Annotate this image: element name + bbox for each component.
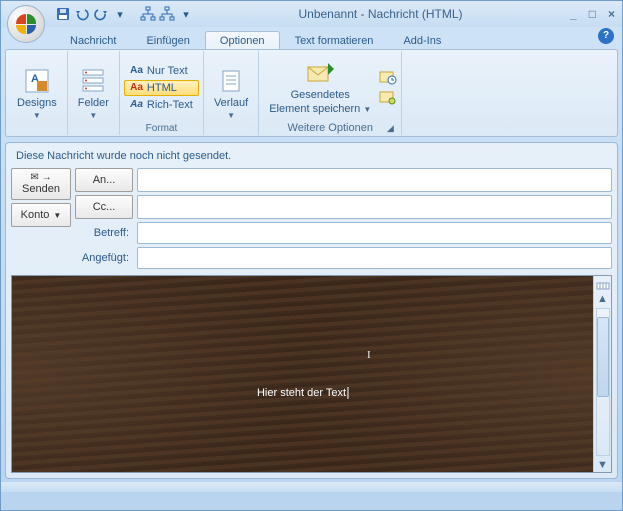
cc-input[interactable] [137, 195, 612, 219]
felder-label: Felder [78, 97, 109, 109]
konto-dropdown-icon: ▼ [53, 211, 61, 220]
group-weitere: Gesendetes Element speichern ▼ Weitere O… [259, 51, 402, 135]
tab-nachricht[interactable]: Nachricht [55, 31, 131, 49]
designs-label: Designs [17, 97, 57, 109]
scroll-up-button[interactable]: ▲ [596, 292, 610, 306]
close-button[interactable]: × [605, 7, 618, 21]
designs-dropdown-icon: ▼ [33, 111, 41, 120]
text-cursor-icon: I [367, 349, 371, 361]
info-bar: Diese Nachricht wurde noch nicht gesende… [11, 147, 612, 168]
felder-dropdown-icon: ▼ [89, 111, 97, 120]
scrollbar-track[interactable] [596, 308, 610, 456]
gesendetes-label: Gesendetes [291, 89, 350, 101]
envelope-icon: ✉ → [30, 173, 51, 183]
restore-button[interactable]: □ [586, 7, 599, 21]
delay-delivery-icon[interactable] [379, 69, 397, 85]
compose-pane: Diese Nachricht wurde noch nicht gesende… [5, 142, 618, 479]
help-icon[interactable]: ? [598, 28, 614, 44]
ruler-toggle-icon[interactable] [596, 278, 610, 292]
felder-button[interactable]: Felder ▼ [72, 64, 115, 123]
betreff-input[interactable] [137, 222, 612, 244]
verlauf-button[interactable]: Verlauf ▼ [208, 64, 254, 123]
angefuegt-label: Angefügt: [75, 247, 133, 269]
weitere-group-label: Weitere Optionen◢ [263, 121, 397, 135]
tab-textformatieren[interactable]: Text formatieren [280, 31, 389, 49]
dialog-launcher-icon[interactable]: ◢ [384, 123, 396, 135]
group-felder: Felder ▼ [68, 51, 120, 135]
betreff-label: Betreff: [75, 222, 133, 244]
title-bar: ▾ ▾ Unbenannt - Nachricht (HTML) _ □ × [1, 1, 622, 27]
ribbon-tabs: Nachricht Einfügen Optionen Text formati… [1, 27, 622, 49]
quick-access-toolbar: ▾ ▾ [55, 6, 194, 22]
direct-replies-icon[interactable] [379, 89, 397, 105]
body-text: Hier steht der Text [257, 387, 346, 399]
qat-more-icon[interactable]: ▾ [112, 6, 128, 22]
format-group-label: Format [124, 122, 199, 135]
send-button[interactable]: ✉ → Senden [11, 168, 71, 200]
scroll-down-button[interactable]: ▼ [596, 458, 610, 472]
gesendetes-speichern-button[interactable]: Gesendetes Element speichern ▼ [263, 56, 377, 118]
status-bar [1, 482, 622, 492]
undo-icon[interactable] [74, 6, 90, 22]
tab-einfuegen[interactable]: Einfügen [131, 31, 204, 49]
group-format: AaNur Text AaHTML AaRich-Text Format [120, 51, 204, 135]
gesendetes-dropdown-icon: ▼ [363, 105, 371, 114]
minimize-button[interactable]: _ [567, 7, 580, 21]
group-verlauf: Verlauf ▼ [204, 51, 259, 135]
editor-side-panel: ▲ ▼ [593, 276, 611, 472]
qat-customise-icon[interactable]: ▾ [178, 6, 194, 22]
redo-icon[interactable] [93, 6, 109, 22]
format-richtext-button[interactable]: AaRich-Text [124, 97, 199, 113]
save-icon[interactable] [55, 6, 71, 22]
format-nurtext-button[interactable]: AaNur Text [124, 63, 199, 79]
window-title: Unbenannt - Nachricht (HTML) [194, 7, 567, 21]
tab-addins[interactable]: Add-Ins [388, 31, 456, 49]
message-body-editor[interactable]: I Hier steht der Text [12, 276, 593, 472]
hierarchy1-icon[interactable] [140, 6, 156, 22]
format-html-button[interactable]: AaHTML [124, 80, 199, 96]
office-button[interactable] [7, 5, 45, 43]
konto-button[interactable]: Konto▼ [11, 203, 71, 227]
verlauf-label: Verlauf [214, 97, 248, 109]
verlauf-dropdown-icon: ▼ [227, 111, 235, 120]
scrollbar-thumb[interactable] [597, 317, 609, 397]
cc-button[interactable]: Cc... [75, 195, 133, 219]
group-designs: A Designs ▼ [7, 51, 68, 135]
an-button[interactable]: An... [75, 168, 133, 192]
designs-button[interactable]: A Designs ▼ [11, 64, 63, 123]
hierarchy2-icon[interactable] [159, 6, 175, 22]
an-input[interactable] [137, 168, 612, 192]
tab-optionen[interactable]: Optionen [205, 31, 280, 49]
ribbon: A Designs ▼ Felder ▼ AaNur Text AaHTML A… [5, 49, 618, 137]
angefuegt-input[interactable] [137, 247, 612, 269]
